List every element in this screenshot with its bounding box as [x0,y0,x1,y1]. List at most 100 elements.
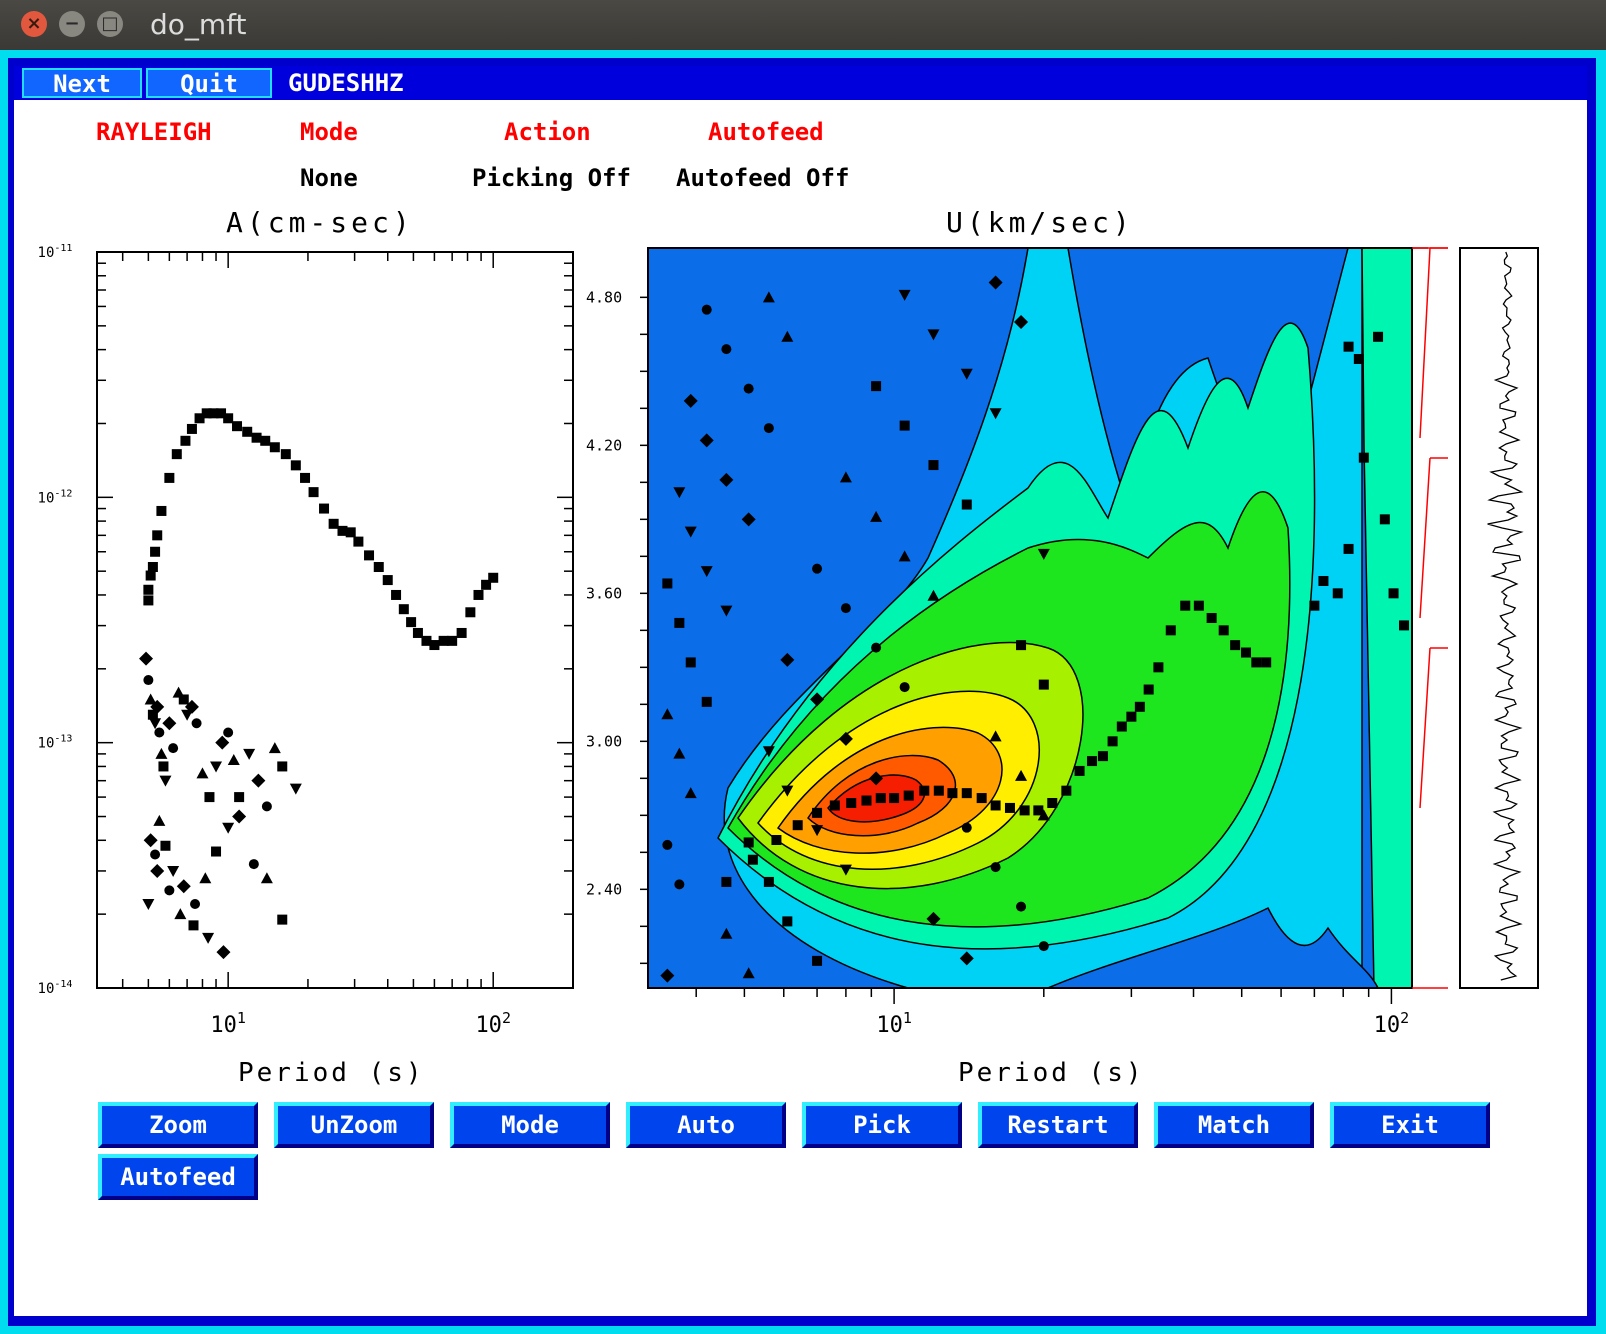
amplitude-point [319,503,330,514]
amplitude-point [382,575,393,586]
amplitude-scatter-point [178,694,189,705]
amplitude-point [143,595,154,606]
amplitude-point [353,536,364,547]
velocity-scatter-point [763,876,774,887]
amplitude-scatter-point [142,898,155,910]
dispersion-point [1074,765,1085,776]
auto-button[interactable]: Auto [626,1102,786,1148]
outlier-point [1343,341,1354,352]
dispersion-point [1218,625,1229,636]
action-value: Picking Off [472,164,631,192]
dispersion-point [1047,798,1058,808]
dispersion-point [1230,640,1241,651]
velocity-scatter-point [840,603,851,614]
minimize-icon[interactable]: − [59,11,85,37]
velocity-scatter-point [990,862,1001,873]
amplitude-point [290,460,301,471]
dispersion-point [1086,756,1097,767]
dispersion-point [1206,613,1217,623]
y-tick-label: 10-13 [38,734,73,752]
amplitude-point [429,640,440,651]
amplitude-point [251,432,262,443]
amplitude-point [164,472,175,483]
dispersion-point [1143,684,1154,695]
mode-value: None [300,164,358,192]
autofeed-button[interactable]: Autofeed [98,1154,258,1200]
amplitude-point [186,423,197,434]
amplitude-point [447,635,458,646]
amplitude-point [345,527,356,538]
amplitude-scatter-point [167,865,180,877]
velocity-scatter-point [743,383,754,394]
pick-button[interactable]: Pick [802,1102,962,1148]
velocity-scatter-point [812,955,823,966]
exit-button[interactable]: Exit [1330,1102,1490,1148]
amplitude-xlabel: Period (s) [238,1058,425,1088]
amplitude-scatter-point [154,727,165,738]
restart-button[interactable]: Restart [978,1102,1138,1148]
dispersion-point [1107,736,1118,747]
velocity-scatter-point [701,696,712,707]
autofeed-label: Autofeed [708,118,824,146]
amplitude-scatter-point [223,727,234,738]
dispersion-point [933,785,944,796]
dispersion-point [1126,711,1137,722]
velocity-scatter-point [1016,640,1027,651]
dispersion-point [1061,785,1072,796]
amplitude-point [143,584,154,595]
amplitude-plot[interactable]: 101 102 10-11 10-12 10-13 10-14 [20,240,600,1060]
amplitude-scatter-point [216,945,231,960]
amplitude-scatter-point [261,801,272,812]
amplitude-scatter-point [143,833,158,848]
y-tick-label: 2.40 [586,880,622,898]
dispersion-point [792,820,803,831]
mode-button[interactable]: Mode [450,1102,610,1148]
amplitude-scatter-point [204,792,215,803]
amplitude-scatter-point [210,761,223,773]
velocity-scatter-point [674,879,685,890]
maximize-icon[interactable]: □ [97,11,123,37]
amplitude-scatter-point [248,859,259,870]
outlier-point [1373,331,1384,342]
dispersion-point [771,835,782,845]
group-velocity-plot[interactable]: 101 102 4.80 4.20 3.60 3.00 2.40 [580,240,1580,1060]
zoom-button[interactable]: Zoom [98,1102,258,1148]
amplitude-scatter-point [260,872,273,884]
next-button[interactable]: Next [22,68,142,98]
amplitude-point [412,627,423,638]
amplitude-scatter-point [162,716,177,731]
dispersion-point [903,790,914,801]
amplitude-scatter-point [190,898,201,909]
velocity-scatter-point [899,682,910,693]
amplitude-scatter-point [160,840,171,851]
window-title: do_mft [150,8,247,41]
amplitude-scatter-point [277,761,288,772]
amplitude-point [180,435,191,446]
amplitude-scatter-point [159,775,172,787]
velocity-scatter-point [812,563,823,574]
close-icon[interactable]: × [21,11,47,37]
match-button[interactable]: Match [1154,1102,1314,1148]
outlier-point [1388,588,1399,599]
dispersion-point [889,793,900,804]
dispersion-point [1180,600,1191,611]
quit-button[interactable]: Quit [146,68,272,98]
amplitude-scatter-point [176,879,191,894]
amplitude-point [171,449,182,460]
outlier-point [1309,600,1320,611]
dispersion-point [1097,751,1108,762]
amplitude-scatter-point [188,920,199,931]
y-tick-label: 4.20 [586,436,622,454]
amplitude-point [465,607,476,618]
dispersion-point [747,854,758,865]
unzoom-button[interactable]: UnZoom [274,1102,434,1148]
y-tick-label: 3.60 [586,584,622,602]
amplitude-point [300,472,311,483]
velocity-scatter-point [928,460,939,471]
station-label: GUDESHHZ [288,69,404,97]
amplitude-axes-frame [96,251,574,989]
y-tick-label: 10-11 [38,243,73,261]
dispersion-point [846,798,857,808]
amplitude-point [269,442,280,453]
y-tick-label: 4.80 [586,288,622,306]
